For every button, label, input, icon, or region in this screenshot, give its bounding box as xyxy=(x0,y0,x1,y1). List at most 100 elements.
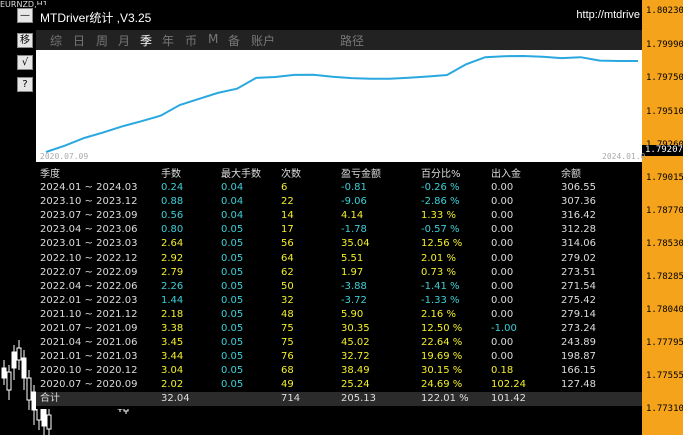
total-row: 合计 32.04 714 205.13 122.01 % 101.42 xyxy=(36,392,642,406)
period-cell: 2023.01 ~ 2023.03 xyxy=(40,238,138,250)
lots-cell: 0.80 xyxy=(161,224,184,236)
tab-account[interactable]: 账户 xyxy=(251,32,275,49)
max-lots-cell: 0.04 xyxy=(221,196,244,208)
lots-cell: 3.04 xyxy=(161,365,184,377)
lots-cell: 3.44 xyxy=(161,351,184,363)
header-pnl: 盈亏金额 xyxy=(341,169,381,180)
max-lots-cell: 0.05 xyxy=(221,280,244,292)
balance-cell: 275.42 xyxy=(561,294,596,306)
table-row: 2021.07 ~ 2021.09 3.38 0.05 75 30.35 12.50 % -… xyxy=(36,323,642,335)
price-tick: 1.78530 xyxy=(646,239,683,249)
percent-cell: -0.26 % xyxy=(421,182,460,193)
max-lots-cell: 0.05 xyxy=(221,323,244,334)
period-cell: 2022.01 ~ 2022.03 xyxy=(40,294,138,306)
max-lots-cell: 0.05 xyxy=(221,365,244,377)
table-row: 2020.10 ~ 2020.12 3.04 0.05 68 38.49 30.15 % 0… xyxy=(36,365,642,377)
pnl-cell: -1.78 xyxy=(341,224,367,236)
lots-cell: 2.92 xyxy=(161,252,184,264)
price-tick: 1.79015 xyxy=(646,173,683,183)
help-button[interactable]: ? xyxy=(17,77,33,92)
deposit-withdraw-cell: 0.00 xyxy=(491,280,514,292)
max-lots-cell: 0.05 xyxy=(221,337,244,349)
total-percent: 122.01 % xyxy=(421,393,469,404)
count-cell: 48 xyxy=(281,308,294,320)
count-cell: 68 xyxy=(281,365,294,377)
chart-x-start-label: 2020.07.09 xyxy=(40,152,89,161)
deposit-withdraw-cell: 0.00 xyxy=(491,196,514,208)
tab-currency[interactable]: 币 xyxy=(185,32,197,49)
tab-notes[interactable]: 备 xyxy=(228,32,240,49)
total-lots: 32.04 xyxy=(161,393,190,404)
percent-cell: -1.41 % xyxy=(421,280,460,292)
move-button[interactable]: 移 xyxy=(17,33,33,48)
deposit-withdraw-cell: 0.00 xyxy=(491,182,514,193)
count-cell: 50 xyxy=(281,280,294,292)
deposit-withdraw-cell: 102.24 xyxy=(491,379,526,391)
percent-cell: 2.16 % xyxy=(421,308,456,320)
period-cell: 2020.07 ~ 2020.09 xyxy=(40,379,138,391)
lots-cell: 0.56 xyxy=(161,210,184,222)
count-cell: 76 xyxy=(281,351,294,363)
tab-week[interactable]: 周 xyxy=(96,32,108,49)
percent-cell: 12.56 % xyxy=(421,238,463,250)
minimize-button[interactable]: — xyxy=(17,8,33,23)
lots-cell: 3.45 xyxy=(161,337,184,349)
deposit-withdraw-cell: 0.00 xyxy=(491,210,514,222)
panel-title-bar[interactable]: MTDriver统计 ,V3.25 http://mtdrive xyxy=(36,5,642,27)
lots-cell: 2.02 xyxy=(161,379,184,391)
pnl-cell: -9.06 xyxy=(341,196,367,208)
max-lots-cell: 0.05 xyxy=(221,379,244,391)
tab-quarter[interactable]: 季 xyxy=(140,32,152,49)
tab-year[interactable]: 年 xyxy=(162,32,174,49)
table-row: 2020.07 ~ 2020.09 2.02 0.05 49 25.24 24.69 % 1… xyxy=(36,379,642,391)
period-cell: 2021.07 ~ 2021.09 xyxy=(40,323,138,334)
percent-cell: 0.73 % xyxy=(421,266,456,278)
panel-url[interactable]: http://mtdrive xyxy=(576,9,640,21)
tab-magic[interactable]: M xyxy=(208,32,218,46)
table-row: 2023.04 ~ 2023.06 0.80 0.05 17 -1.78 -0.57 % 0… xyxy=(36,224,642,236)
period-cell: 2022.07 ~ 2022.09 xyxy=(40,266,138,278)
tab-bar: 综 日 周 月 季 年 币 M 备 账户 路径 xyxy=(36,30,642,50)
lots-cell: 2.64 xyxy=(161,238,184,250)
count-cell: 49 xyxy=(281,379,294,391)
lots-cell: 0.24 xyxy=(161,182,184,193)
balance-cell: 307.36 xyxy=(561,196,596,208)
count-cell: 32 xyxy=(281,294,294,306)
balance-cell: 166.15 xyxy=(561,365,596,377)
max-lots-cell: 0.04 xyxy=(221,210,244,222)
header-deposit-withdraw: 出入金 xyxy=(491,169,521,180)
tab-path[interactable]: 路径 xyxy=(340,32,364,49)
price-tick: 1.80230 xyxy=(646,6,683,16)
tab-month[interactable]: 月 xyxy=(118,32,130,49)
check-button[interactable]: √ xyxy=(17,55,33,70)
table-row: 2021.04 ~ 2021.06 3.45 0.05 75 45.02 22.64 % 0… xyxy=(36,337,642,349)
count-cell: 22 xyxy=(281,196,294,208)
deposit-withdraw-cell: 0.00 xyxy=(491,252,514,264)
deposit-withdraw-cell: 0.00 xyxy=(491,224,514,236)
price-tick: 1.78770 xyxy=(646,206,683,216)
table-row: 2021.10 ~ 2021.12 2.18 0.05 48 5.90 2.16 % 0.0… xyxy=(36,309,642,321)
table-row: 2023.07 ~ 2023.09 0.56 0.04 14 4.14 1.33 % 0.0… xyxy=(36,210,642,222)
stats-panel: MTDriver统计 ,V3.25 http://mtdrive 综 日 周 月… xyxy=(36,5,646,409)
deposit-withdraw-cell: 0.00 xyxy=(491,308,514,320)
lots-cell: 3.38 xyxy=(161,323,184,334)
balance-cell: 279.14 xyxy=(561,308,596,320)
pnl-cell: -0.81 xyxy=(341,182,367,193)
max-lots-cell: 0.04 xyxy=(221,182,244,193)
tab-overview[interactable]: 综 xyxy=(50,32,62,49)
balance-cell: 279.02 xyxy=(561,252,596,264)
deposit-withdraw-cell: 0.00 xyxy=(491,351,514,363)
deposit-withdraw-cell: -1.00 xyxy=(491,323,517,334)
header-max-lots: 最大手数 xyxy=(221,169,261,180)
tab-day[interactable]: 日 xyxy=(73,32,85,49)
pnl-cell: 4.14 xyxy=(341,210,364,222)
percent-cell: 1.33 % xyxy=(421,210,456,222)
percent-cell: 19.69 % xyxy=(421,351,463,363)
count-cell: 17 xyxy=(281,224,294,236)
price-tick: 1.78285 xyxy=(646,272,683,282)
balance-cell: 273.24 xyxy=(561,323,596,334)
header-percent: 百分比% xyxy=(421,169,461,180)
chart-x-end-label: 2024.01.0 xyxy=(602,152,646,161)
deposit-withdraw-cell: 0.00 xyxy=(491,337,514,349)
lots-cell: 2.79 xyxy=(161,266,184,278)
